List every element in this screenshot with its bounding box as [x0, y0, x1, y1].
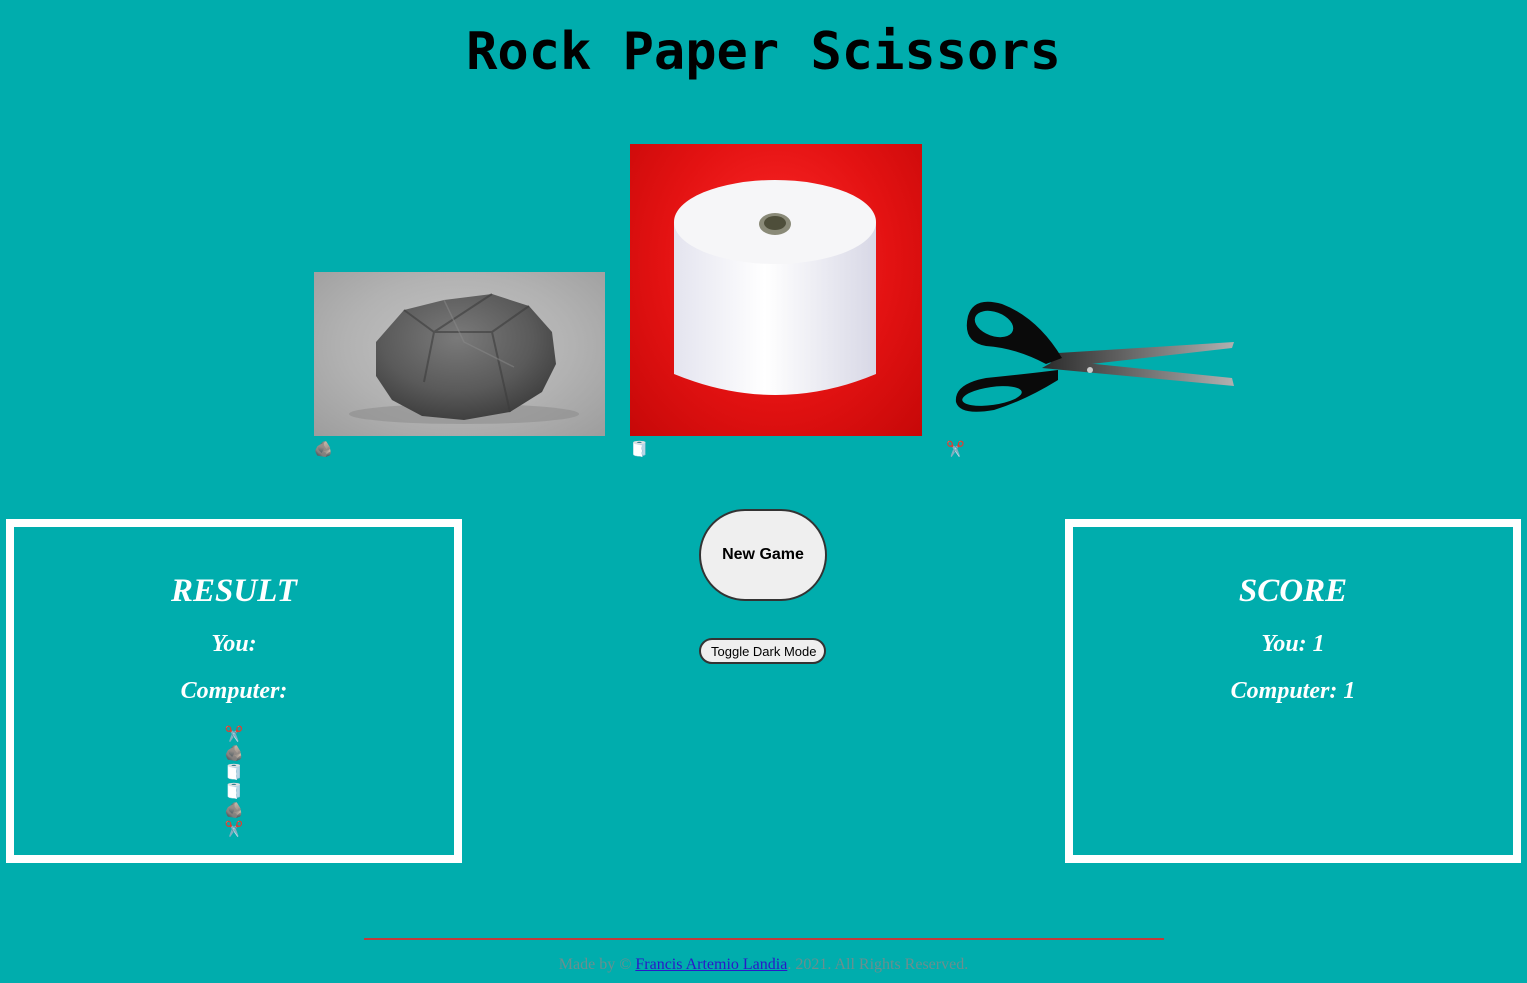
history-item-icon: 🪨 [224, 803, 244, 819]
result-history: ✂️ 🪨 🧻 🧻 🪨 ✂️ [14, 726, 454, 840]
history-item-icon: 🪨 [224, 746, 244, 762]
result-panel: RESULT You: Computer: ✂️ 🪨 🧻 🧻 🪨 ✂️ [6, 519, 462, 863]
history-item-icon: ✂️ [224, 822, 244, 838]
footer-author-link[interactable]: Francis Artemio Landia [635, 956, 787, 973]
footer-suffix: . 2021. All Rights Reserved. [787, 956, 969, 973]
rock-emoji-icon: 🪨 [314, 442, 333, 458]
scissors-emoji-icon: ✂️ [946, 442, 965, 458]
paper-roll-shape [674, 180, 876, 395]
score-panel: SCORE You: 1 Computer: 1 [1065, 519, 1521, 863]
paper-emoji-icon: 🧻 [630, 442, 649, 458]
footer-prefix: Made by © [558, 956, 632, 973]
rock-shape [349, 293, 579, 424]
result-you-label: You: [211, 631, 257, 657]
page-title: Rock Paper Scissors [466, 22, 1061, 82]
scissors-image[interactable] [946, 290, 1238, 420]
history-item-icon: 🧻 [224, 765, 244, 781]
scissors-shape [955, 301, 1234, 412]
new-game-button[interactable]: New Game [699, 509, 827, 601]
score-you: You: 1 [1261, 631, 1325, 657]
result-computer-label: Computer: [180, 678, 288, 704]
toggle-dark-mode-button[interactable]: Toggle Dark Mode [699, 638, 826, 664]
rock-image[interactable] [314, 272, 605, 436]
history-item-icon: 🧻 [224, 784, 244, 800]
score-computer: Computer: 1 [1230, 678, 1356, 704]
footer-rights: 2021. All Rights Reserved. [795, 956, 969, 973]
score-heading: SCORE [1238, 573, 1348, 609]
result-heading: RESULT [171, 573, 297, 609]
paper-image[interactable] [630, 144, 922, 436]
history-item-icon: ✂️ [224, 727, 244, 743]
footer: Made by © Francis Artemio Landia. 2021. … [0, 956, 1527, 974]
footer-divider [364, 938, 1164, 940]
